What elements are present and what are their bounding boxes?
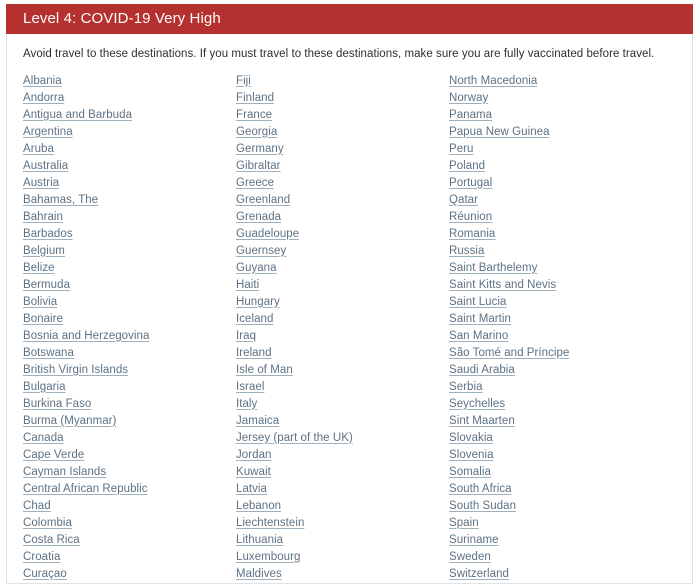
- destination-link[interactable]: Seychelles: [449, 396, 679, 413]
- destination-link[interactable]: Belgium: [23, 243, 236, 260]
- destination-link[interactable]: Slovakia: [449, 430, 679, 447]
- destination-link[interactable]: Saint Kitts and Nevis: [449, 277, 679, 294]
- destination-link[interactable]: Iceland: [236, 311, 449, 328]
- destination-link[interactable]: North Macedonia: [449, 73, 679, 90]
- destination-link[interactable]: Guyana: [236, 260, 449, 277]
- destination-link[interactable]: Guadeloupe: [236, 226, 449, 243]
- destination-link[interactable]: Norway: [449, 90, 679, 107]
- destination-link[interactable]: Papua New Guinea: [449, 124, 679, 141]
- destination-link[interactable]: Switzerland: [449, 566, 679, 583]
- destination-link[interactable]: Lebanon: [236, 498, 449, 515]
- destination-link[interactable]: Bahrain: [23, 209, 236, 226]
- destination-link[interactable]: Russia: [449, 243, 679, 260]
- destination-link[interactable]: Burma (Myanmar): [23, 413, 236, 430]
- destination-link[interactable]: France: [236, 107, 449, 124]
- destination-link[interactable]: Somalia: [449, 464, 679, 481]
- destination-link[interactable]: Antigua and Barbuda: [23, 107, 236, 124]
- destination-link[interactable]: Belize: [23, 260, 236, 277]
- destination-link[interactable]: Jersey (part of the UK): [236, 430, 449, 447]
- destination-link[interactable]: Greece: [236, 175, 449, 192]
- panel-body: Avoid travel to these destinations. If y…: [6, 34, 693, 584]
- page-title: Level 4: COVID-19 Very High: [6, 4, 693, 34]
- destination-link[interactable]: Saudi Arabia: [449, 362, 679, 379]
- destination-link[interactable]: Gibraltar: [236, 158, 449, 175]
- destination-link[interactable]: Serbia: [449, 379, 679, 396]
- destination-link[interactable]: Costa Rica: [23, 532, 236, 549]
- destination-link[interactable]: Colombia: [23, 515, 236, 532]
- destination-link[interactable]: South Sudan: [449, 498, 679, 515]
- destination-link[interactable]: Australia: [23, 158, 236, 175]
- destination-link[interactable]: Bahamas, The: [23, 192, 236, 209]
- destination-link[interactable]: Grenada: [236, 209, 449, 226]
- destination-link[interactable]: Austria: [23, 175, 236, 192]
- destination-link[interactable]: Sint Maarten: [449, 413, 679, 430]
- destination-link[interactable]: Poland: [449, 158, 679, 175]
- destination-link[interactable]: Peru: [449, 141, 679, 158]
- destination-link[interactable]: Andorra: [23, 90, 236, 107]
- destination-link[interactable]: Jordan: [236, 447, 449, 464]
- destination-link[interactable]: Greenland: [236, 192, 449, 209]
- destination-link[interactable]: Haiti: [236, 277, 449, 294]
- destination-link[interactable]: Iraq: [236, 328, 449, 345]
- destination-link[interactable]: Canada: [23, 430, 236, 447]
- destination-link[interactable]: San Marino: [449, 328, 679, 345]
- destination-link[interactable]: Israel: [236, 379, 449, 396]
- destination-link[interactable]: Central African Republic: [23, 481, 236, 498]
- destination-link[interactable]: Isle of Man: [236, 362, 449, 379]
- destination-link[interactable]: Qatar: [449, 192, 679, 209]
- destination-link[interactable]: Botswana: [23, 345, 236, 362]
- destination-link[interactable]: Guernsey: [236, 243, 449, 260]
- destination-link[interactable]: São Tomé and Príncipe: [449, 345, 679, 362]
- destination-link[interactable]: Romania: [449, 226, 679, 243]
- destination-link[interactable]: Liechtenstein: [236, 515, 449, 532]
- destination-link[interactable]: Jamaica: [236, 413, 449, 430]
- destination-link[interactable]: Fiji: [236, 73, 449, 90]
- destination-link[interactable]: Cayman Islands: [23, 464, 236, 481]
- destination-link[interactable]: British Virgin Islands: [23, 362, 236, 379]
- destination-link[interactable]: Bonaire: [23, 311, 236, 328]
- destination-link[interactable]: Lithuania: [236, 532, 449, 549]
- destination-link[interactable]: South Africa: [449, 481, 679, 498]
- destination-link[interactable]: Chad: [23, 498, 236, 515]
- destination-link[interactable]: Italy: [236, 396, 449, 413]
- destination-link[interactable]: Bosnia and Herzegovina: [23, 328, 236, 345]
- destination-link[interactable]: Bolivia: [23, 294, 236, 311]
- destination-link[interactable]: Argentina: [23, 124, 236, 141]
- destination-link[interactable]: Finland: [236, 90, 449, 107]
- destination-link[interactable]: Curaçao: [23, 566, 236, 583]
- destination-link[interactable]: Saint Lucia: [449, 294, 679, 311]
- destination-column-2: Fiji Finland France Georgia Germany Gibraltar…: [236, 73, 449, 583]
- travel-advisory-panel: Level 4: COVID-19 Very High Avoid travel…: [0, 0, 700, 584]
- destination-column-3: North Macedonia Norway Panama Papua New Gui…: [449, 73, 679, 583]
- destination-link[interactable]: Hungary: [236, 294, 449, 311]
- destination-link[interactable]: Saint Martin: [449, 311, 679, 328]
- destination-link[interactable]: Panama: [449, 107, 679, 124]
- destination-link[interactable]: Kuwait: [236, 464, 449, 481]
- destination-link[interactable]: Latvia: [236, 481, 449, 498]
- destination-columns: Albania Andorra Antigua and Barbuda Argenti…: [7, 73, 692, 583]
- destination-link[interactable]: Bulgaria: [23, 379, 236, 396]
- destination-link[interactable]: Slovenia: [449, 447, 679, 464]
- destination-link[interactable]: Spain: [449, 515, 679, 532]
- destination-link[interactable]: Aruba: [23, 141, 236, 158]
- destination-link[interactable]: Portugal: [449, 175, 679, 192]
- destination-link[interactable]: Georgia: [236, 124, 449, 141]
- destination-link[interactable]: Réunion: [449, 209, 679, 226]
- destination-link[interactable]: Albania: [23, 73, 236, 90]
- destination-column-1: Albania Andorra Antigua and Barbuda Argenti…: [23, 73, 236, 583]
- destination-link[interactable]: Barbados: [23, 226, 236, 243]
- destination-link[interactable]: Saint Barthelemy: [449, 260, 679, 277]
- destination-link[interactable]: Germany: [236, 141, 449, 158]
- destination-link[interactable]: Maldives: [236, 566, 449, 583]
- destination-link[interactable]: Bermuda: [23, 277, 236, 294]
- destination-link[interactable]: Cape Verde: [23, 447, 236, 464]
- advisory-description: Avoid travel to these destinations. If y…: [23, 48, 655, 60]
- destination-link[interactable]: Ireland: [236, 345, 449, 362]
- destination-link[interactable]: Burkina Faso: [23, 396, 236, 413]
- destination-link[interactable]: Suriname: [449, 532, 679, 549]
